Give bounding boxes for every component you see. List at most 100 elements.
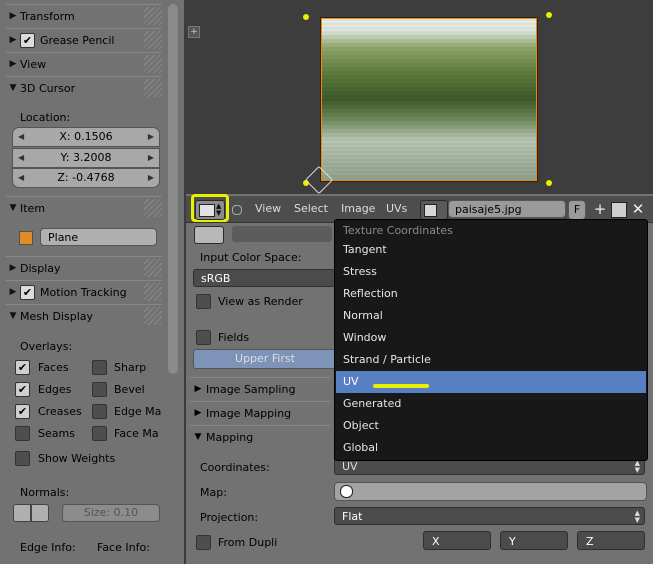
drag-grip-icon[interactable]	[144, 307, 162, 325]
edge-info-label: Edge Info:	[20, 541, 76, 554]
increment-arrow-icon[interactable]: ▶	[148, 128, 154, 146]
uv-highlight-underline	[373, 384, 429, 388]
decrement-arrow-icon[interactable]: ◀	[18, 149, 24, 167]
input-color-space-label: Input Color Space:	[200, 251, 302, 264]
normals-size-field[interactable]: Size: 0.10	[62, 504, 160, 522]
axis-z-select[interactable]: Z	[577, 531, 645, 550]
uv-vertex-dot[interactable]	[546, 12, 552, 18]
panel-grease-pencil[interactable]: ▶ ✔ Grease Pencil	[6, 28, 162, 51]
axis-y-select[interactable]: Y	[500, 531, 568, 550]
menu-view[interactable]: View	[255, 202, 281, 215]
updown-arrow-icon: ▲ ▼	[216, 202, 222, 217]
increment-arrow-icon[interactable]: ▶	[148, 149, 154, 167]
from-dupli-checkbox[interactable]	[196, 535, 211, 550]
panel-display[interactable]: ▶ Display	[6, 256, 162, 279]
coordinates-value: UV	[342, 460, 358, 473]
motion-tracking-checkbox[interactable]: ✔	[20, 284, 35, 300]
section-title: Mapping	[206, 430, 254, 444]
collapse-triangle-icon: ▼	[194, 432, 202, 442]
axis-value: X	[432, 535, 440, 548]
panel-title: 3D Cursor	[20, 81, 76, 95]
cursor-z-field[interactable]: ◀ Z: -0.4768 ▶	[12, 168, 160, 188]
menu-item-strand-particle[interactable]: Strand / Particle	[336, 349, 646, 371]
cursor-x-field[interactable]: ◀ X: 0.1506 ▶	[12, 127, 160, 147]
panel-title: Item	[20, 201, 46, 215]
collapse-menu-icon[interactable]	[232, 205, 242, 215]
color-space-select[interactable]: sRGB	[193, 269, 335, 287]
add-region-icon[interactable]: +	[188, 26, 200, 38]
menu-item-generated[interactable]: Generated	[336, 393, 646, 415]
panel-view[interactable]: ▶ View	[6, 52, 162, 75]
menu-title: Texture Coordinates	[343, 224, 453, 237]
panel-motion-tracking[interactable]: ▶ ✔ Motion Tracking	[6, 280, 162, 303]
menu-uvs[interactable]: UVs	[386, 202, 407, 215]
panel-3d-cursor[interactable]: ▼ 3D Cursor	[6, 76, 162, 99]
image-name-field[interactable]: paisaje5.jpg	[448, 200, 566, 218]
face-marks-checkbox[interactable]	[92, 426, 107, 441]
uv-vertex-dot[interactable]	[546, 180, 552, 186]
faces-checkbox[interactable]: ✔	[15, 360, 30, 375]
section-image-mapping[interactable]: ▶ Image Mapping	[190, 401, 330, 424]
seams-checkbox[interactable]	[15, 426, 30, 441]
menu-item-reflection[interactable]: Reflection	[336, 283, 646, 305]
edges-checkbox[interactable]: ✔	[15, 382, 30, 397]
decrement-arrow-icon[interactable]: ◀	[18, 128, 24, 146]
bevel-checkbox[interactable]	[92, 382, 107, 397]
uv-map-field[interactable]	[334, 482, 647, 501]
drag-grip-icon[interactable]	[144, 259, 162, 277]
increment-arrow-icon[interactable]: ▶	[148, 169, 154, 187]
section-mapping[interactable]: ▼ Mapping	[190, 425, 330, 448]
face-normals-icon[interactable]	[31, 504, 49, 522]
panel-mesh-display[interactable]: ▼ Mesh Display	[6, 304, 162, 327]
texture-type-toggle[interactable]	[194, 226, 224, 244]
panel-transform[interactable]: ▶ Transform	[6, 4, 162, 27]
menu-item-tangent[interactable]: Tangent	[336, 239, 646, 261]
menu-item-stress[interactable]: Stress	[336, 261, 646, 283]
left-panel-scrollbar[interactable]	[168, 4, 178, 374]
vertex-normals-icon[interactable]	[13, 504, 31, 522]
object-name-field[interactable]: Plane	[40, 228, 157, 246]
decrement-arrow-icon[interactable]: ◀	[18, 169, 24, 187]
drag-grip-icon[interactable]	[144, 283, 162, 301]
expand-triangle-icon: ▶	[9, 59, 17, 69]
creases-checkbox[interactable]: ✔	[15, 404, 30, 419]
menu-item-uv[interactable]: UV	[336, 371, 646, 393]
cursor-y-field[interactable]: ◀ Y: 3.2008 ▶	[12, 148, 160, 168]
menu-item-window[interactable]: Window	[336, 327, 646, 349]
map-label: Map:	[200, 486, 227, 499]
axis-x-select[interactable]: X	[423, 531, 491, 550]
menu-item-object[interactable]: Object	[336, 415, 646, 437]
drag-grip-icon[interactable]	[144, 199, 162, 217]
fields-checkbox[interactable]	[196, 330, 211, 345]
menu-image[interactable]: Image	[341, 202, 375, 215]
drag-grip-icon[interactable]	[144, 79, 162, 97]
browse-image-button[interactable]	[420, 200, 448, 220]
faces-label: Faces	[38, 361, 69, 374]
new-image-icon[interactable]: +	[592, 201, 608, 217]
fake-user-button[interactable]: F	[568, 200, 586, 220]
uv-vertex-dot[interactable]	[303, 14, 309, 20]
editor-type-button[interactable]: ▲ ▼	[195, 200, 225, 220]
texture-context-tabs[interactable]	[232, 226, 332, 242]
expand-triangle-icon: ▶	[194, 408, 202, 418]
grease-pencil-checkbox[interactable]: ✔	[20, 32, 35, 48]
sharp-checkbox[interactable]	[92, 360, 107, 375]
menu-select[interactable]: Select	[294, 202, 328, 215]
edge-marks-checkbox[interactable]	[92, 404, 107, 419]
sharp-label: Sharp	[114, 361, 147, 374]
menu-item-normal[interactable]: Normal	[336, 305, 646, 327]
close-icon[interactable]: ✕	[630, 201, 646, 217]
show-weights-checkbox[interactable]	[15, 451, 30, 466]
panel-title: Display	[20, 261, 61, 275]
panel-item[interactable]: ▼ Item	[6, 196, 162, 219]
upper-first-button[interactable]: Upper First	[193, 349, 337, 369]
drag-grip-icon[interactable]	[144, 7, 162, 25]
menu-item-global[interactable]: Global	[336, 437, 646, 459]
drag-grip-icon[interactable]	[144, 55, 162, 73]
section-image-sampling[interactable]: ▶ Image Sampling	[190, 377, 330, 400]
projection-select[interactable]: Flat ▲ ▼	[334, 507, 645, 525]
open-image-icon[interactable]	[611, 202, 627, 218]
view-as-render-checkbox[interactable]	[196, 294, 211, 309]
drag-grip-icon[interactable]	[144, 31, 162, 49]
object-mesh-icon	[19, 231, 33, 245]
